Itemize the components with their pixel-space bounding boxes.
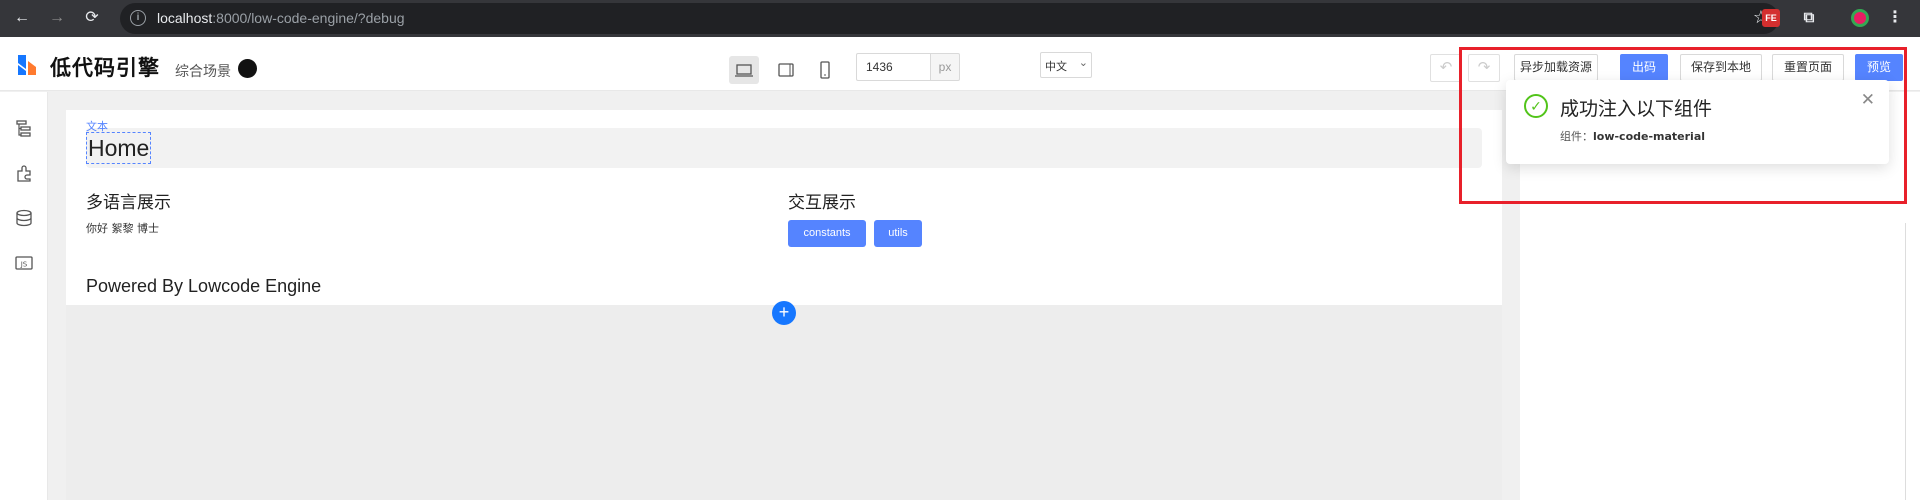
locale-value: 中文: [1045, 60, 1067, 73]
js-code-icon[interactable]: JS: [14, 253, 34, 273]
i18n-section-text[interactable]: 你好 絮黎 博士: [86, 220, 159, 236]
extensions-puzzle-icon[interactable]: ⧉: [1800, 9, 1818, 27]
datasource-icon[interactable]: [14, 208, 34, 228]
url-path: :8000/low-code-engine/?debug: [212, 10, 405, 26]
lowcode-logo-icon: [18, 55, 36, 75]
footer-text[interactable]: Powered By Lowcode Engine: [86, 276, 321, 297]
site-info-icon[interactable]: i: [130, 10, 146, 26]
fe-extension-icon[interactable]: FE: [1762, 9, 1780, 27]
component-library-icon[interactable]: [14, 163, 34, 183]
device-phone-icon[interactable]: [810, 56, 840, 84]
address-bar[interactable]: i localhost:8000/low-code-engine/?debug …: [120, 3, 1779, 34]
svg-text:JS: JS: [20, 261, 28, 269]
chevron-down-icon: ⌄: [1078, 56, 1088, 69]
locale-select[interactable]: 中文 ⌄: [1040, 52, 1092, 78]
scene-label[interactable]: 综合场景: [175, 61, 231, 81]
browser-toolbar: ← → ⟳ i localhost:8000/low-code-engine/?…: [0, 0, 1920, 37]
github-icon[interactable]: [238, 59, 257, 78]
browser-menu-icon[interactable]: ⋮: [1886, 9, 1904, 27]
home-title-text[interactable]: Home: [86, 132, 152, 164]
design-canvas[interactable]: 文本 Home 多语言展示 你好 絮黎 博士 交互展示 constants ut…: [66, 110, 1502, 500]
app-name: 低代码引擎: [50, 56, 160, 80]
canvas-width-unit: px: [930, 53, 960, 81]
device-desktop-icon[interactable]: [729, 56, 759, 84]
header-block[interactable]: [86, 128, 1482, 168]
interaction-section-title[interactable]: 交互展示: [788, 188, 856, 213]
outline-tree-icon[interactable]: [14, 118, 34, 138]
device-tablet-icon[interactable]: [771, 56, 801, 84]
i18n-section-title[interactable]: 多语言展示: [86, 188, 171, 213]
url-text: localhost:8000/low-code-engine/?debug: [157, 10, 405, 26]
back-icon[interactable]: ←: [11, 7, 33, 29]
settings-panel-edge: [1905, 223, 1920, 500]
constants-button[interactable]: constants: [788, 220, 866, 247]
left-panel-rail: JS: [0, 92, 48, 500]
profile-avatar-icon[interactable]: [1851, 9, 1869, 27]
url-host: localhost: [157, 10, 213, 26]
reload-icon[interactable]: ⟳: [81, 7, 103, 29]
forward-icon[interactable]: →: [46, 7, 68, 29]
canvas-width-input[interactable]: 1436: [856, 53, 930, 81]
utils-button[interactable]: utils: [874, 220, 922, 247]
undo-button[interactable]: ↶: [1430, 54, 1462, 82]
fe-extension-label: FE: [1765, 13, 1777, 23]
highlight-annotation-box: [1459, 47, 1907, 204]
add-component-icon[interactable]: +: [772, 301, 796, 325]
empty-drop-area[interactable]: [66, 305, 1502, 500]
